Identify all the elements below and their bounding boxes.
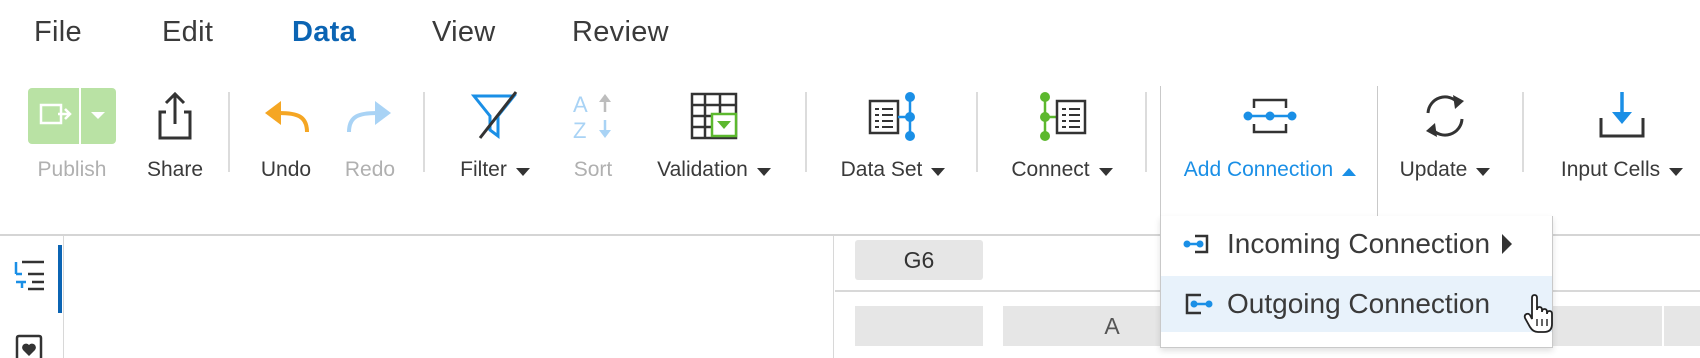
add-connection-icon <box>1243 98 1297 134</box>
sort-label: Sort <box>573 158 613 181</box>
share-icon <box>158 91 192 140</box>
download-icon <box>1599 92 1645 138</box>
ribbon-toolbar: Publish Share Undo Redo Filter A Z Sort … <box>0 86 1700 234</box>
chevron-down-icon <box>1098 167 1113 176</box>
svg-text:A: A <box>573 92 588 117</box>
share-button[interactable]: Share <box>140 86 210 190</box>
hand-cursor-icon <box>1523 294 1553 333</box>
chevron-down-icon <box>1476 167 1491 176</box>
redo-button[interactable]: Redo <box>340 86 400 190</box>
publish-button[interactable]: Publish <box>28 86 116 190</box>
publish-label: Publish <box>37 158 107 181</box>
data-set-button[interactable]: Data Set <box>834 86 952 190</box>
chevron-right-icon <box>1502 234 1513 254</box>
redo-label: Redo <box>344 158 396 181</box>
filter-label: Filter <box>460 158 507 181</box>
chevron-down-icon <box>756 167 771 176</box>
select-all-corner[interactable] <box>855 306 983 346</box>
redo-icon <box>347 101 391 133</box>
separator <box>1145 92 1147 172</box>
data-set-icon <box>868 92 915 141</box>
data-set-label: Data Set <box>840 158 923 181</box>
undo-icon <box>265 101 309 133</box>
active-indicator <box>58 245 62 313</box>
menu-data[interactable]: Data <box>292 16 356 49</box>
input-cells-label: Input Cells <box>1560 158 1661 181</box>
left-sidebar <box>0 236 64 358</box>
outline-icon[interactable] <box>12 258 46 292</box>
validation-label: Validation <box>657 158 748 181</box>
favorites-icon[interactable] <box>14 334 44 358</box>
update-button[interactable]: Update <box>1392 86 1498 190</box>
input-cells-button[interactable]: Input Cells <box>1552 86 1692 190</box>
chevron-down-icon <box>931 167 946 176</box>
connect-button[interactable]: Connect <box>1004 86 1120 190</box>
menu-file[interactable]: File <box>34 16 82 49</box>
separator <box>228 92 230 172</box>
outgoing-connection-icon <box>1185 293 1213 315</box>
undo-label: Undo <box>260 158 312 181</box>
name-box[interactable]: G6 <box>855 240 983 280</box>
undo-button[interactable]: Undo <box>256 86 316 190</box>
validation-button[interactable]: Validation <box>648 86 780 190</box>
incoming-connection-label: Incoming Connection <box>1227 228 1491 259</box>
svg-text:Z: Z <box>573 118 586 142</box>
validation-icon <box>690 92 738 140</box>
add-connection-label: Add Connection <box>1183 158 1334 181</box>
connect-label: Connect <box>1011 158 1090 181</box>
filter-button[interactable]: Filter <box>451 86 539 190</box>
add-connection-button[interactable]: Add Connection <box>1172 86 1368 190</box>
menu-review[interactable]: Review <box>572 16 669 49</box>
refresh-icon <box>1426 95 1464 137</box>
update-label: Update <box>1399 158 1468 181</box>
publish-icon <box>28 88 116 144</box>
column-header-d[interactable] <box>1664 306 1700 346</box>
incoming-connection-icon <box>1183 234 1209 254</box>
incoming-connection-item[interactable]: Incoming Connection <box>1161 216 1552 272</box>
sort-icon: A Z <box>573 92 611 142</box>
separator <box>805 92 807 172</box>
connect-icon <box>1040 92 1087 141</box>
menu-bar: File Edit Data View Review <box>0 0 1700 70</box>
menu-view[interactable]: View <box>432 16 496 49</box>
share-label: Share <box>146 158 204 181</box>
separator <box>423 92 425 172</box>
separator <box>1522 92 1524 172</box>
add-connection-dropdown: Incoming Connection Outgoing Connection <box>1160 216 1553 348</box>
sort-button[interactable]: A Z Sort <box>568 86 618 190</box>
filter-icon <box>470 91 518 139</box>
chevron-down-icon <box>1669 167 1684 176</box>
separator <box>976 92 978 172</box>
chevron-up-icon <box>1342 167 1357 176</box>
menu-edit[interactable]: Edit <box>162 16 213 49</box>
outgoing-connection-item[interactable]: Outgoing Connection <box>1161 276 1552 332</box>
panel-divider <box>833 236 834 358</box>
chevron-down-icon <box>515 167 530 176</box>
outgoing-connection-label: Outgoing Connection <box>1227 288 1491 319</box>
